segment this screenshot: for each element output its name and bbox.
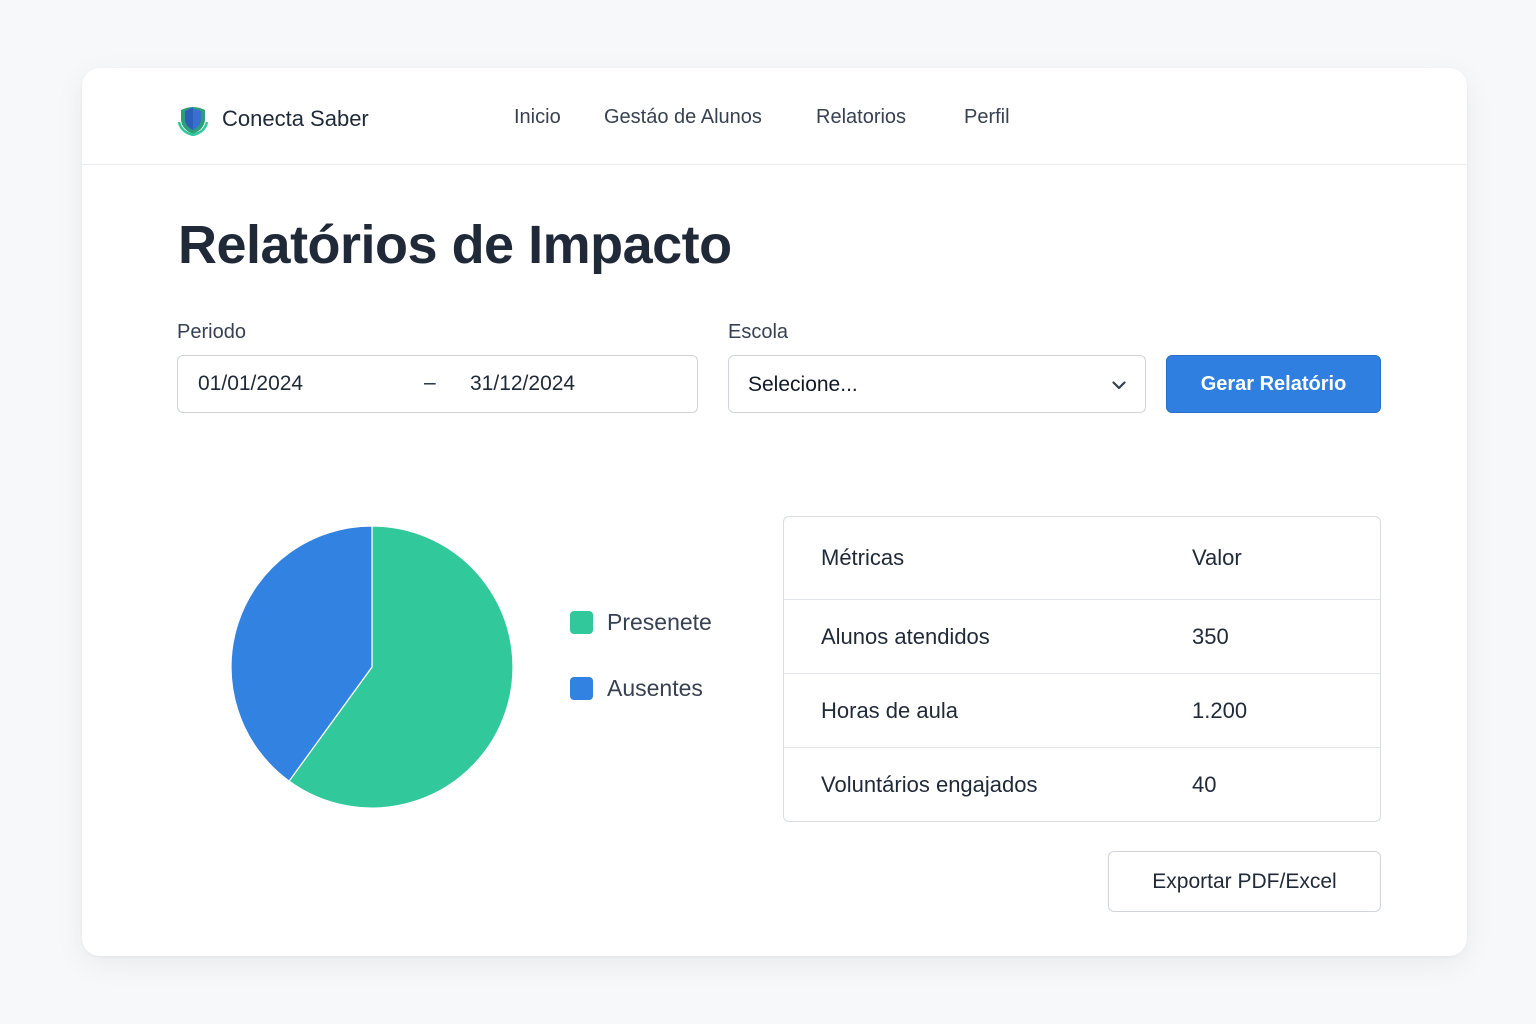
metric-name: Alunos atendidos bbox=[821, 623, 990, 649]
nav-item-perfil[interactable]: Perfil bbox=[964, 106, 1010, 129]
legend-item-presenete: Presenete bbox=[570, 608, 712, 635]
page-title: Relatórios de Impacto bbox=[178, 215, 732, 275]
school-label: Escola bbox=[728, 321, 789, 343]
date-range-field: – bbox=[177, 355, 698, 413]
metrics-table: Métricas Valor Alunos atendidos 350 Hora… bbox=[783, 516, 1381, 822]
shield-logo-icon bbox=[177, 107, 209, 136]
metric-name: Voluntários engajados bbox=[821, 772, 1038, 797]
legend-swatch bbox=[570, 610, 593, 634]
generate-report-button[interactable]: Gerar Relatório bbox=[1166, 355, 1381, 413]
main-card: Conecta Saber Inicio Gestáo de Alunos Re… bbox=[82, 68, 1467, 956]
legend-label: Presenete bbox=[607, 608, 712, 635]
legend-label: Ausentes bbox=[607, 674, 703, 701]
top-navigation: Conecta Saber Inicio Gestáo de Alunos Re… bbox=[82, 68, 1467, 165]
table-header-row: Métricas Valor bbox=[784, 517, 1380, 600]
column-header-valor: Valor bbox=[1192, 545, 1242, 570]
table-row: Horas de aula 1.200 bbox=[784, 674, 1380, 748]
table-row: Voluntários engajados 40 bbox=[784, 748, 1380, 821]
legend-swatch bbox=[570, 676, 593, 700]
metric-value: 350 bbox=[1192, 623, 1229, 649]
metric-name: Horas de aula bbox=[821, 697, 958, 723]
brand[interactable]: Conecta Saber bbox=[176, 102, 369, 136]
metric-value: 40 bbox=[1192, 772, 1217, 797]
date-end-input[interactable] bbox=[470, 366, 670, 402]
chevron-down-icon bbox=[1112, 381, 1126, 390]
date-start-input[interactable] bbox=[198, 366, 398, 402]
column-header-metricas: Métricas bbox=[821, 545, 905, 570]
nav-item-inicio[interactable]: Inicio bbox=[514, 106, 561, 129]
nav-item-relatorios[interactable]: Relatorios bbox=[816, 106, 906, 129]
period-label: Periodo bbox=[177, 321, 246, 343]
school-select[interactable]: Selecione... bbox=[728, 355, 1146, 413]
school-select-value: Selecione... bbox=[748, 373, 858, 396]
metric-value: 1.200 bbox=[1192, 697, 1248, 723]
export-pdf-excel-button[interactable]: Exportar PDF/Excel bbox=[1108, 851, 1381, 912]
legend-item-ausentes: Ausentes bbox=[570, 674, 712, 701]
brand-name: Conecta Saber bbox=[222, 106, 369, 131]
date-range-separator: – bbox=[424, 371, 436, 394]
chart-legend: Presenete Ausentes bbox=[570, 608, 712, 742]
nav-item-gestao-de-alunos[interactable]: Gestáo de Alunos bbox=[604, 106, 762, 129]
table-row: Alunos atendidos 350 bbox=[784, 600, 1380, 674]
attendance-pie-chart bbox=[230, 525, 514, 809]
